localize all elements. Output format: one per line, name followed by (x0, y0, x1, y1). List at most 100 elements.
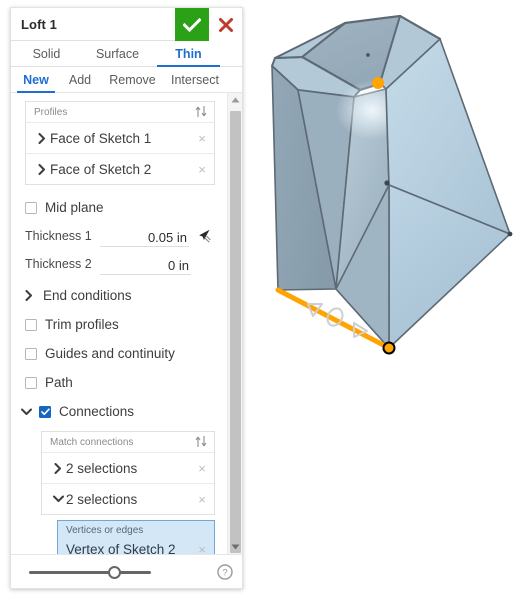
path-row[interactable]: Path (25, 368, 213, 397)
guides-and-continuity-checkbox[interactable] (25, 347, 37, 360)
scrollbar-thumb[interactable] (230, 111, 241, 553)
operation-tabs: New Add Remove Intersect (11, 67, 242, 93)
vertices-or-edges-label: Vertices or edges (66, 525, 144, 536)
chevron-right-glyph (38, 132, 45, 144)
path-checkbox[interactable] (25, 376, 37, 389)
profiles-header-label: Profiles (34, 106, 68, 118)
remove-profile-0-button[interactable]: × (196, 132, 208, 145)
profiles-group: Profiles Face of Sketch 1 × Face of Sket… (25, 101, 215, 185)
dialog-header: Loft 1 (11, 8, 242, 41)
tab-solid[interactable]: Solid (11, 41, 82, 66)
dialog-body: Profiles Face of Sketch 1 × Face of Sket… (11, 93, 227, 554)
vertices-or-edges-selection-box[interactable]: Vertices or edges Vertex of Sketch 2 × E… (57, 520, 215, 554)
scroll-up-icon[interactable] (228, 93, 243, 107)
slider-track (29, 571, 151, 574)
check-icon (40, 407, 50, 415)
end-conditions-row[interactable]: End conditions (25, 281, 213, 310)
chevron-down-icon[interactable] (21, 408, 39, 416)
path-label: Path (45, 375, 73, 390)
chevron-right-icon[interactable] (50, 462, 66, 474)
flip-direction-icon[interactable] (193, 228, 213, 245)
chevron-right-icon[interactable] (25, 290, 43, 301)
model-viewport[interactable] (250, 0, 522, 598)
remove-profile-1-button[interactable]: × (196, 163, 208, 176)
tab-add[interactable]: Add (59, 67, 101, 92)
accept-button[interactable] (175, 8, 209, 41)
lofted-solid-model (271, 14, 513, 355)
opacity-slider[interactable] (29, 566, 151, 579)
match-connections-header-label: Match connections (50, 436, 134, 448)
tab-intersect[interactable]: Intersect (164, 67, 226, 92)
guides-and-continuity-label: Guides and continuity (45, 346, 175, 361)
thickness-1-input[interactable]: 0.05 in (99, 226, 189, 247)
dialog-body-wrap: Profiles Face of Sketch 1 × Face of Sket… (11, 93, 242, 554)
chevron-right-glyph (25, 290, 32, 301)
remove-selection-0-button[interactable]: × (196, 543, 208, 554)
flip-direction-glyph (198, 229, 211, 243)
thickness-2-row: Thickness 2 0 in (25, 250, 213, 278)
tab-surface[interactable]: Surface (82, 41, 153, 66)
chevron-right-icon[interactable] (34, 163, 50, 175)
match-connections-group: Match connections 2 selections × 2 selec… (41, 431, 215, 515)
match-connection-item-label: 2 selections (66, 491, 138, 507)
match-connections-header: Match connections (42, 432, 214, 452)
dialog-footer: ? (11, 554, 242, 588)
thickness-2-value: 0 in (168, 257, 189, 273)
vertex-dot-top[interactable] (366, 53, 370, 57)
chevron-down-icon[interactable] (50, 495, 66, 503)
dialog-header-buttons (175, 8, 242, 41)
connections-checkbox[interactable] (39, 405, 51, 418)
sort-updown-icon[interactable] (195, 105, 207, 123)
close-icon (218, 17, 233, 32)
mid-plane-row[interactable]: Mid plane (25, 193, 213, 222)
triangle-down-glyph (231, 544, 240, 550)
selection-item-label: Vertex of Sketch 2 (66, 542, 176, 554)
connections-row[interactable]: Connections (21, 397, 213, 426)
guides-and-continuity-row[interactable]: Guides and continuity (25, 339, 213, 368)
selection-item-0[interactable]: Vertex of Sketch 2 × (58, 537, 214, 554)
selected-vertex-bottom[interactable] (382, 341, 396, 355)
svg-text:?: ? (222, 568, 227, 579)
slider-thumb[interactable] (108, 566, 121, 579)
help-icon[interactable]: ? (217, 564, 233, 585)
mid-plane-label: Mid plane (45, 200, 104, 215)
match-connection-item-label: 2 selections (66, 460, 138, 476)
screen: Loft 1 Solid Surface Thin New Add Remove… (0, 0, 522, 598)
vertex-dot-right[interactable] (507, 231, 513, 237)
type-tabs: Solid Surface Thin (11, 41, 242, 67)
trim-profiles-row[interactable]: Trim profiles (25, 310, 213, 339)
dialog-title: Loft 1 (21, 16, 57, 32)
selected-vertex-top[interactable] (372, 77, 384, 89)
thickness-1-value: 0.05 in (147, 229, 187, 245)
chevron-right-glyph (38, 163, 45, 175)
remove-match-connection-1-button[interactable]: × (196, 493, 208, 506)
cancel-button[interactable] (209, 8, 242, 41)
remove-match-connection-0-button[interactable]: × (196, 462, 208, 475)
sort-updown-glyph (195, 106, 207, 117)
dialog-scrollbar[interactable] (227, 93, 242, 554)
thickness-2-input[interactable]: 0 in (99, 254, 191, 275)
chevron-down-glyph (21, 408, 32, 415)
tab-thin[interactable]: Thin (153, 41, 224, 67)
scroll-down-icon[interactable] (228, 540, 243, 554)
tab-remove[interactable]: Remove (101, 67, 164, 92)
thickness-1-label: Thickness 1 (25, 229, 92, 243)
profile-item-1[interactable]: Face of Sketch 2 × (26, 153, 214, 184)
thickness-1-row: Thickness 1 0.05 in (25, 222, 213, 250)
tab-new[interactable]: New (13, 67, 59, 93)
trim-profiles-label: Trim profiles (45, 317, 119, 332)
triangle-up-glyph (231, 97, 240, 103)
profiles-header: Profiles (26, 102, 214, 122)
mid-plane-checkbox[interactable] (25, 201, 37, 214)
help-glyph: ? (217, 564, 233, 580)
sort-updown-icon[interactable] (195, 435, 207, 453)
check-icon (183, 17, 201, 32)
thickness-2-label: Thickness 2 (25, 257, 92, 271)
chevron-right-icon[interactable] (34, 132, 50, 144)
sort-updown-glyph (195, 436, 207, 447)
trim-profiles-checkbox[interactable] (25, 318, 37, 331)
profile-item-0[interactable]: Face of Sketch 1 × (26, 122, 214, 153)
match-connection-item-0[interactable]: 2 selections × (42, 452, 214, 483)
vertex-dot-mid[interactable] (384, 180, 390, 186)
match-connection-item-1[interactable]: 2 selections × (42, 483, 214, 514)
